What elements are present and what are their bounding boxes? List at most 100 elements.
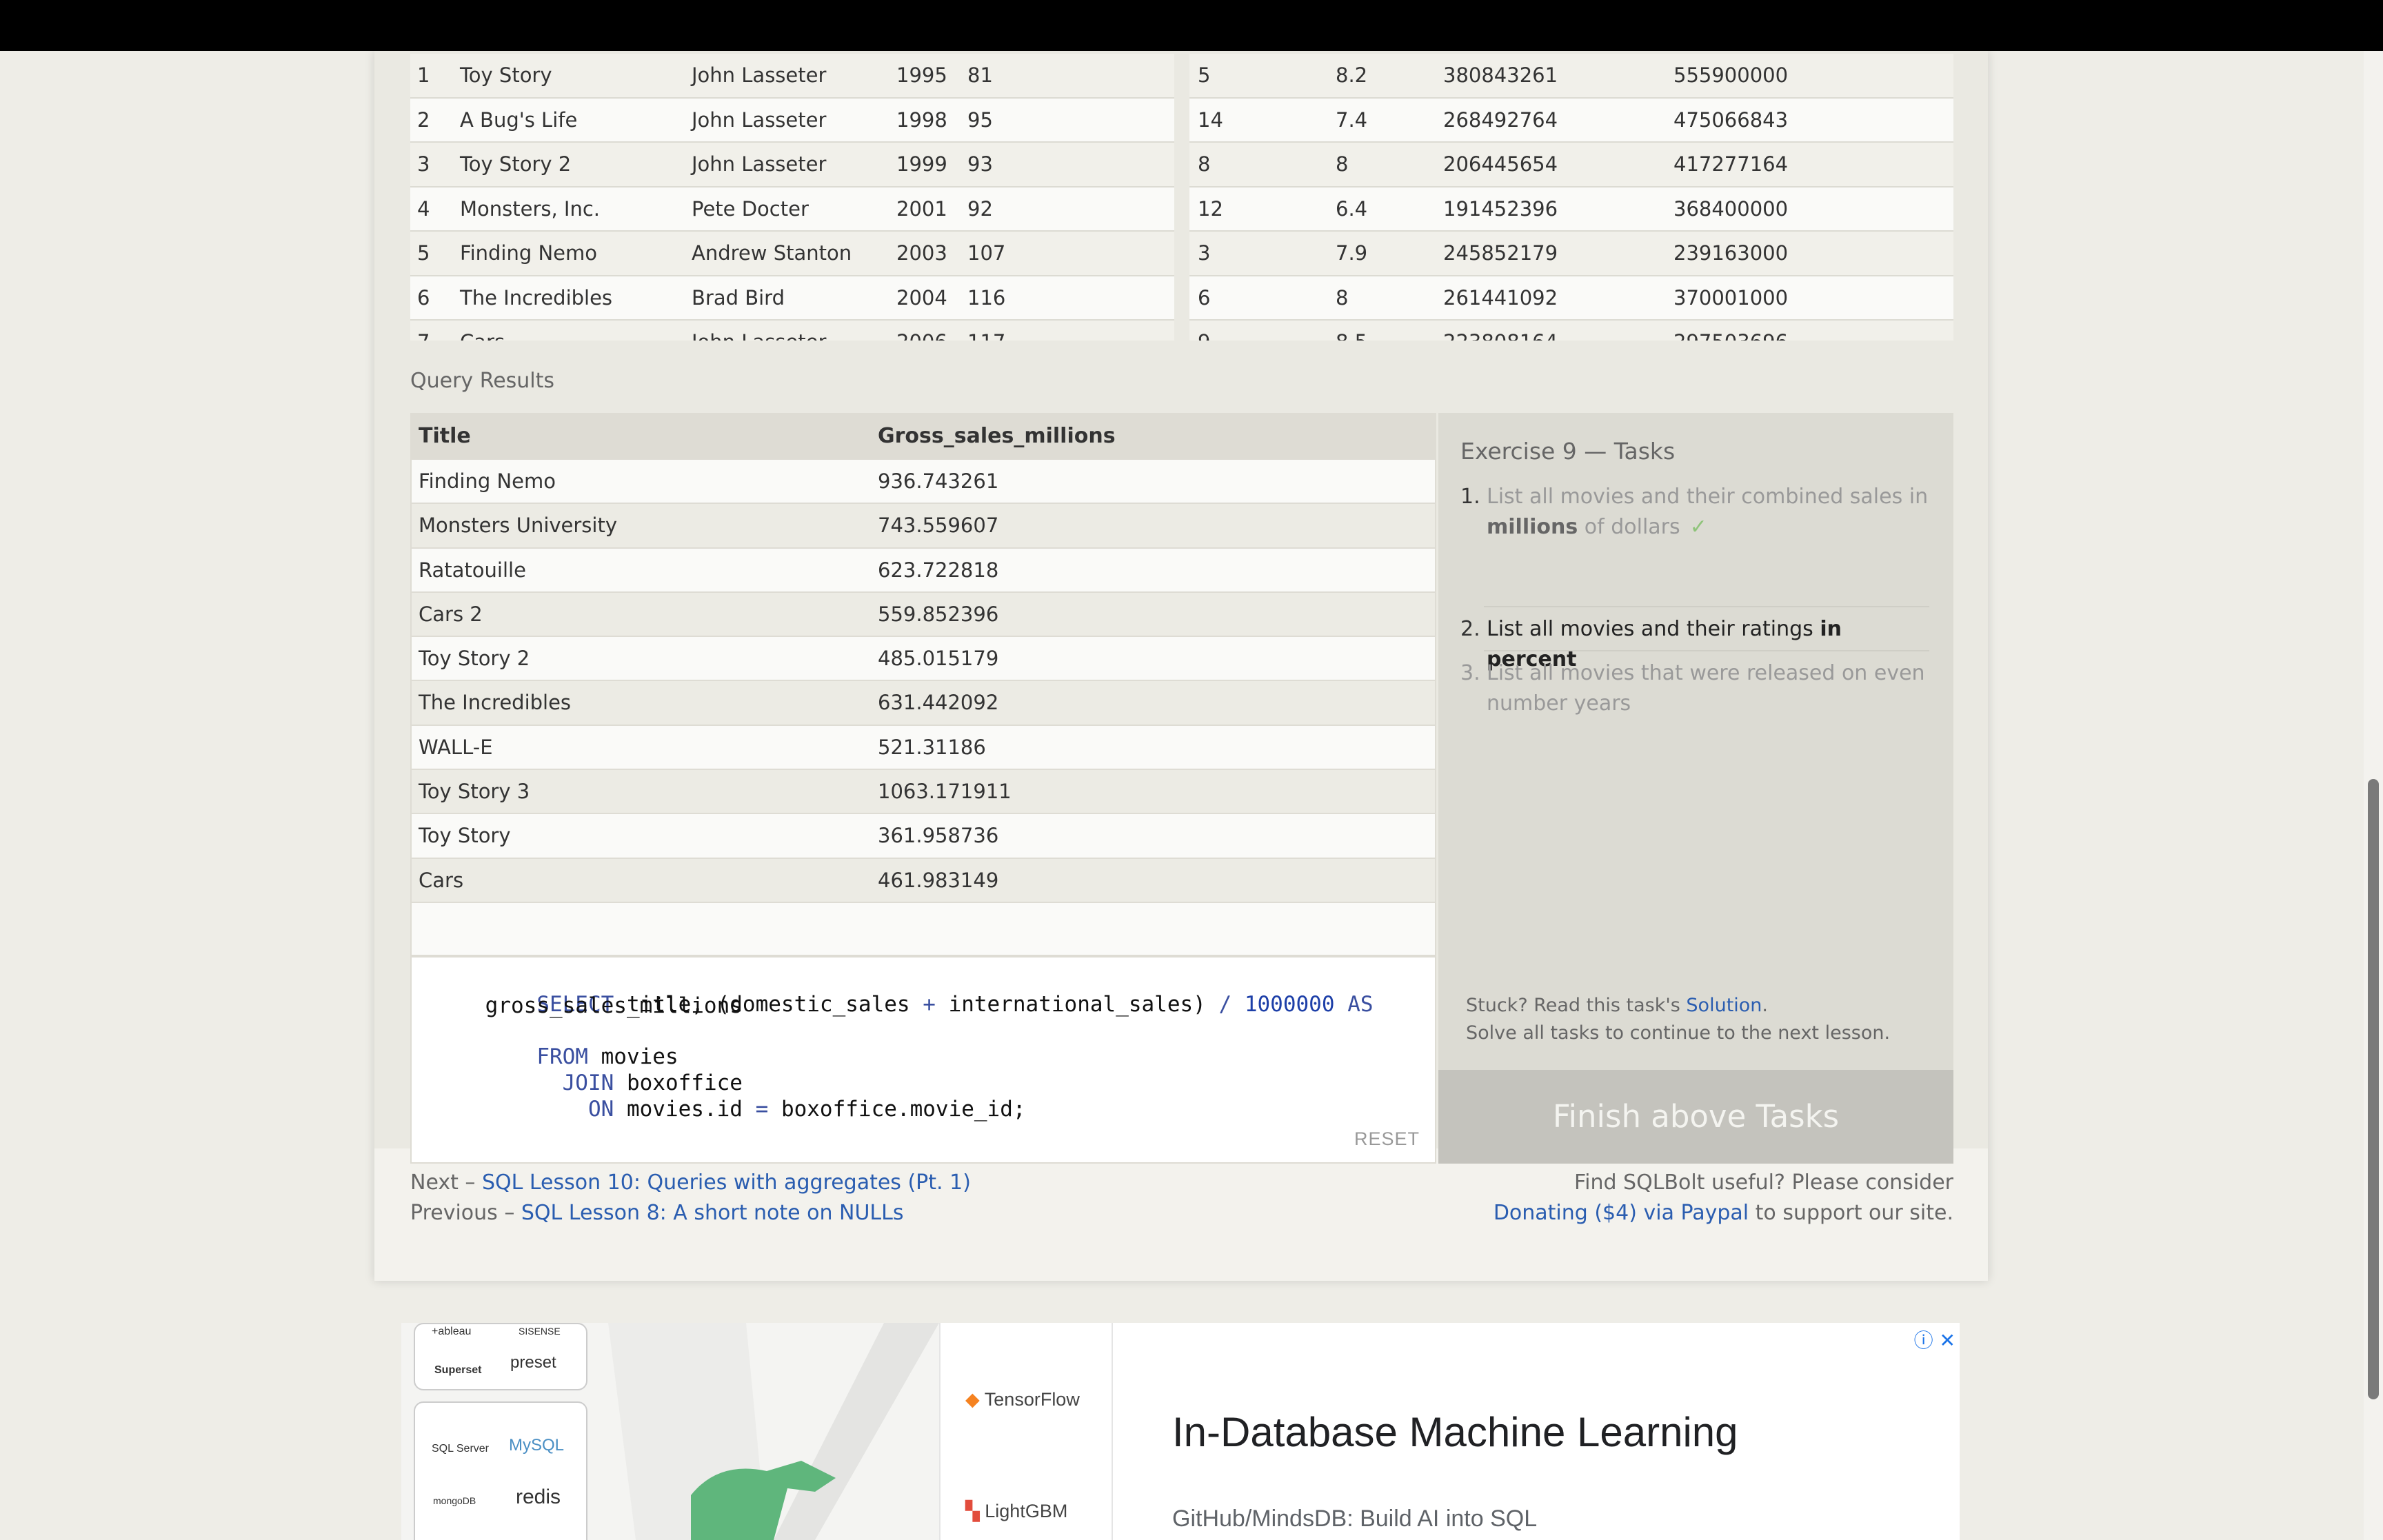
boxoffice-row: 14 7.4 268492764 475066843	[1189, 98, 1953, 143]
task-text-part: of dollars	[1578, 515, 1680, 539]
movies-cell-year: 2003	[896, 241, 947, 265]
result-cell-title: Toy Story 2	[419, 647, 530, 671]
result-cell-title: Toy Story 3	[419, 780, 530, 804]
boxoffice-cell-domestic: 268492764	[1443, 108, 1558, 132]
boxoffice-cell-domestic: 380843261	[1443, 63, 1558, 88]
boxoffice-cell-rating: 8	[1336, 285, 1349, 310]
ad-frameworks-panel: ◆ TensorFlow ▚ LightGBM	[939, 1323, 1113, 1540]
boxoffice-cell-domestic: 206445654	[1443, 152, 1558, 176]
code-keyword: ON	[536, 1097, 614, 1122]
movies-cell-year: 1999	[896, 152, 947, 176]
result-cell-gross: 631.442092	[878, 691, 999, 715]
ad-headline[interactable]: In-Database Machine Learning	[1172, 1408, 1738, 1456]
solve-all-text: Solve all tasks to continue to the next …	[1466, 1022, 1891, 1044]
result-cell-gross: 936.743261	[878, 469, 999, 493]
boxoffice-row: 3 7.9 245852179 239163000	[1189, 232, 1953, 276]
code-operator: /	[1218, 992, 1232, 1017]
next-lesson-link[interactable]: SQL Lesson 10: Queries with aggregates (…	[482, 1171, 971, 1195]
result-row: Ratatouille 623.722818	[412, 548, 1435, 593]
page-scrollbar-thumb[interactable]	[2368, 779, 2379, 1399]
mysql-logo: MySQL	[509, 1436, 565, 1455]
tableau-logo: +ableau	[432, 1326, 472, 1337]
boxoffice-cell-international: 239163000	[1673, 241, 1789, 265]
results-body: Finding Nemo 936.743261 Monsters Universit…	[412, 460, 1435, 903]
task-text-part: List all movies and their ratings	[1487, 617, 1820, 641]
result-row: Cars 2 559.852396	[412, 592, 1435, 638]
query-results-table: Title Gross_sales_millions Finding Nemo 9…	[410, 413, 1436, 956]
finish-tasks-button[interactable]: Finish above Tasks	[1438, 1070, 1953, 1164]
result-cell-title: WALL-E	[419, 735, 493, 759]
ad-controls: ⓘ ✕	[1914, 1326, 1955, 1353]
result-cell-title: Cars	[419, 868, 464, 892]
movies-cell-title: Finding Nemo	[460, 241, 598, 265]
advertisement[interactable]: +ableau SISENSE Superset preset SQL Serv…	[401, 1323, 1960, 1540]
preset-logo: preset	[510, 1353, 556, 1372]
ad-subline[interactable]: GitHub/MindsDB: Build AI into SQL	[1172, 1506, 1537, 1532]
movies-row: 4 Monsters, Inc. Pete Docter 2001 92	[410, 187, 1174, 232]
movies-cell-title: Toy Story 2	[460, 152, 572, 176]
boxoffice-cell-movie_id: 14	[1198, 108, 1223, 132]
movies-row: 7 Cars John Lasseter 2006 117	[410, 321, 1174, 341]
movies-cell-title: Cars	[460, 330, 505, 341]
boxoffice-cell-movie_id: 6	[1198, 285, 1211, 310]
boxoffice-cell-international: 370001000	[1673, 285, 1789, 310]
result-row: Toy Story 3 1063.171911	[412, 770, 1435, 815]
movies-cell-title: Monsters, Inc.	[460, 196, 601, 221]
task-number: 2.	[1460, 617, 1480, 641]
page-scrollbar-track[interactable]	[2364, 51, 2383, 1540]
movies-cell-director: John Lasseter	[692, 63, 827, 88]
stuck-prefix: Stuck? Read this task's	[1466, 995, 1687, 1016]
boxoffice-row: 8 8 206445654 417277164	[1189, 143, 1953, 188]
boxoffice-cell-international: 297503696	[1673, 330, 1788, 341]
info-icon[interactable]: ⓘ	[1914, 1329, 1933, 1352]
donate-suffix: to support our site.	[1749, 1201, 1953, 1225]
boxoffice-cell-international: 475066843	[1673, 108, 1789, 132]
tensorflow-logo: ◆ TensorFlow	[965, 1389, 1080, 1410]
task-1: 1. List all movies and their combined sa…	[1460, 482, 1929, 543]
boxoffice-cell-rating: 8.5	[1336, 330, 1367, 341]
movies-table: 1 Toy Story John Lasseter 1995 81 2 A Bug's Li…	[410, 54, 1174, 341]
stuck-help-text: Stuck? Read this task's Solution. Solve …	[1466, 992, 1890, 1047]
task-divider	[1484, 606, 1929, 607]
movies-cell-length: 92	[967, 196, 993, 221]
task-number: 1.	[1460, 485, 1480, 509]
result-cell-gross: 485.015179	[878, 647, 999, 671]
next-prefix: Next –	[410, 1171, 482, 1195]
result-row: Monsters University 743.559607	[412, 504, 1435, 549]
movies-cell-year: 1995	[896, 63, 947, 88]
exercise-area: 1 Toy Story John Lasseter 1995 81 2 A Bug's Li…	[374, 51, 1988, 1164]
reset-button[interactable]: RESET	[1354, 1128, 1420, 1150]
movies-row: 1 Toy Story John Lasseter 1995 81	[410, 54, 1174, 99]
lightgbm-logo: ▚ LightGBM	[965, 1501, 1068, 1521]
donation-note: Find SQLBolt useful? Please consider Don…	[1494, 1168, 1953, 1228]
result-cell-gross: 461.983149	[878, 868, 999, 892]
movies-cell-length: 107	[967, 241, 1006, 265]
boxoffice-cell-rating: 7.4	[1336, 108, 1368, 132]
movies-cell-year: 1998	[896, 108, 947, 132]
code-operator: +	[923, 992, 936, 1017]
sisense-logo: SISENSE	[519, 1326, 561, 1337]
result-cell-gross: 623.722818	[878, 558, 999, 582]
lightgbm-label: LightGBM	[985, 1501, 1068, 1521]
results-header-title: Title	[419, 424, 471, 448]
solution-link[interactable]: Solution	[1686, 995, 1762, 1016]
boxoffice-cell-rating: 7.9	[1336, 241, 1368, 265]
result-row: Toy Story 361.958736	[412, 814, 1435, 859]
close-icon[interactable]: ✕	[1940, 1329, 1955, 1352]
boxoffice-cell-movie_id: 9	[1198, 330, 1210, 341]
mongodb-logo: mongoDB	[433, 1495, 476, 1506]
movies-cell-director: John Lasseter	[692, 108, 827, 132]
result-cell-title: Cars 2	[419, 602, 483, 626]
donate-link[interactable]: Donating ($4) via Paypal	[1494, 1201, 1749, 1225]
result-row: Cars 461.983149	[412, 858, 1435, 903]
donate-line: Donating ($4) via Paypal to support our …	[1494, 1198, 1953, 1228]
ad-illustration	[608, 1323, 939, 1540]
previous-lesson-link[interactable]: SQL Lesson 8: A short note on NULLs	[521, 1201, 904, 1225]
result-cell-gross: 521.31186	[878, 735, 986, 759]
movies-cell-year: 2006	[896, 330, 947, 341]
sql-editor[interactable]: SELECT title, (domestic_sales + internat…	[410, 956, 1436, 1164]
results-header: Title Gross_sales_millions	[412, 414, 1435, 460]
movies-cell-length: 116	[967, 285, 1006, 310]
tasks-panel: Exercise 9 — Tasks 1. List all movies an…	[1438, 413, 1953, 1070]
code-text: movies.id	[614, 1097, 756, 1122]
